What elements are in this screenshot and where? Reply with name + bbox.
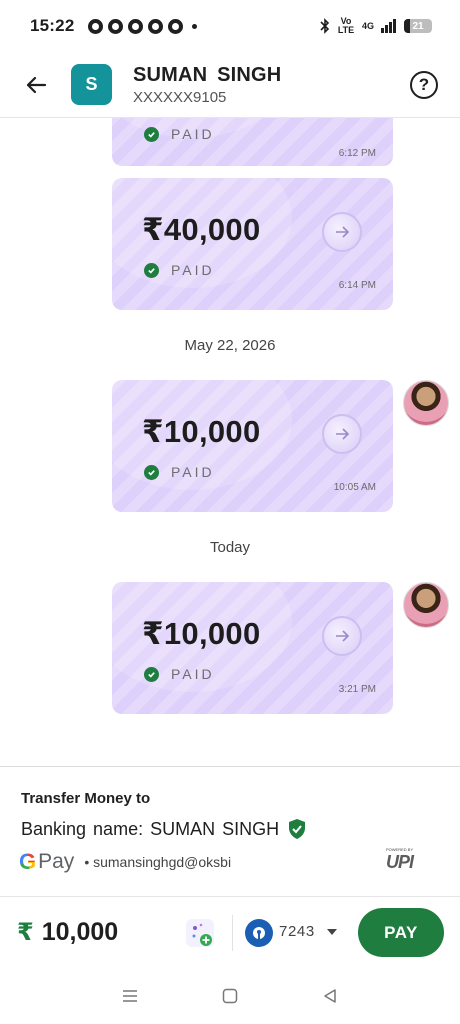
check-icon [144,666,159,682]
chevron-down-icon[interactable] [327,929,337,935]
battery-level: 21 [412,20,424,32]
notification-icon [88,18,104,34]
contact-phone: XXXXXX9105 [133,88,227,106]
divider [232,915,233,951]
payment-status: PAID [144,666,215,682]
notification-icon [148,18,164,34]
recents-button[interactable] [117,983,143,1009]
verified-shield-icon [289,819,306,839]
home-button[interactable] [217,983,243,1009]
payment-status: PAID [144,126,215,142]
pay-bar: ₹ 10,000 7243 PAY [0,896,460,968]
menu-icon [123,990,137,1002]
status-label: PAID [171,126,215,142]
battery-icon: 21 [404,19,432,33]
contact-info[interactable]: SUMAN SINGH XXXXXX9105 [133,64,281,106]
account-selector[interactable]: 7243 [279,923,315,940]
date-separator: Today [209,539,251,556]
status-bar: 15:22 Vo LTE 4G 21 [0,0,460,52]
arrow-right-icon [322,212,362,252]
notification-icon [108,18,124,34]
rupee-icon: ₹ [17,919,34,946]
gpay-row: G Pay • sumansinghgd@oksbi [19,849,231,875]
bank-logo-icon[interactable] [245,919,273,947]
network-type: 4G [361,20,374,31]
contact-name: SUMAN SINGH [133,63,282,86]
banking-name-row: Banking name: SUMAN SINGH [21,818,307,840]
notification-icons [88,18,198,34]
amount-input[interactable]: 10,000 [42,918,118,947]
payment-time: 6:14 PM [338,280,376,291]
date-separator: May 22, 2026 [184,337,276,354]
status-label: PAID [171,464,215,480]
gpay-label: Pay [38,850,75,873]
contact-avatar[interactable]: S [71,64,112,105]
signal-icon [381,19,396,33]
payment-time: 6:12 PM [338,148,376,159]
arrow-right-icon [322,414,362,454]
system-back-button[interactable] [317,983,343,1009]
check-icon [144,262,159,278]
payment-status: PAID [144,262,215,278]
sparkle-add-icon[interactable] [186,919,214,947]
payment-card[interactable]: ₹40,000 PAID 6:14 PM [112,178,393,310]
upi-logo: POWERED BY UPI [386,847,438,875]
check-icon [144,464,159,480]
payment-time: 10:05 AM [333,482,376,493]
payment-status: PAID [144,464,215,480]
notification-icon [128,18,144,34]
transfer-title: Transfer Money to [21,790,151,807]
google-g-logo: G [19,849,37,874]
payment-card[interactable]: ₹10,000 PAID 10:05 AM [112,380,393,512]
transfer-panel: Transfer Money to Banking name: SUMAN SI… [0,766,460,896]
banking-name: Banking name: SUMAN SINGH [21,818,280,839]
back-arrow-icon [26,76,47,93]
home-square-icon [222,988,238,1004]
arrow-right-icon [322,616,362,656]
check-icon [144,126,159,142]
payment-amount: ₹10,000 [142,414,261,449]
bluetooth-icon [320,18,330,34]
payment-card[interactable]: PAID 6:12 PM [112,118,393,166]
back-triangle-icon [324,989,336,1003]
payment-amount: ₹40,000 [142,212,261,247]
chat-history[interactable]: PAID 6:12 PM ₹40,000 PAID 6:14 PM May 22… [0,118,460,766]
sender-avatar [403,582,449,628]
upi-wordmark: UPI [386,852,414,872]
payment-card[interactable]: ₹10,000 PAID 3:21 PM [112,582,393,714]
payment-time: 3:21 PM [338,684,376,695]
help-button[interactable]: ? [410,70,438,99]
sender-avatar [403,380,449,426]
system-nav-bar [0,968,460,1024]
more-notifications-dot [192,23,198,29]
status-time: 15:22 [30,16,75,35]
volte-indicator: Vo LTE [337,16,355,35]
payment-amount: ₹10,000 [142,616,261,651]
pay-button[interactable]: PAY [358,908,444,957]
back-button[interactable] [18,67,54,103]
upi-id: • sumansinghgd@oksbi [84,854,232,870]
status-label: PAID [171,262,215,278]
status-label: PAID [171,666,215,682]
system-icons: Vo LTE 4G 21 [320,17,432,35]
chat-header: S SUMAN SINGH XXXXXX9105 ? [0,52,460,118]
notification-icon [168,18,184,34]
